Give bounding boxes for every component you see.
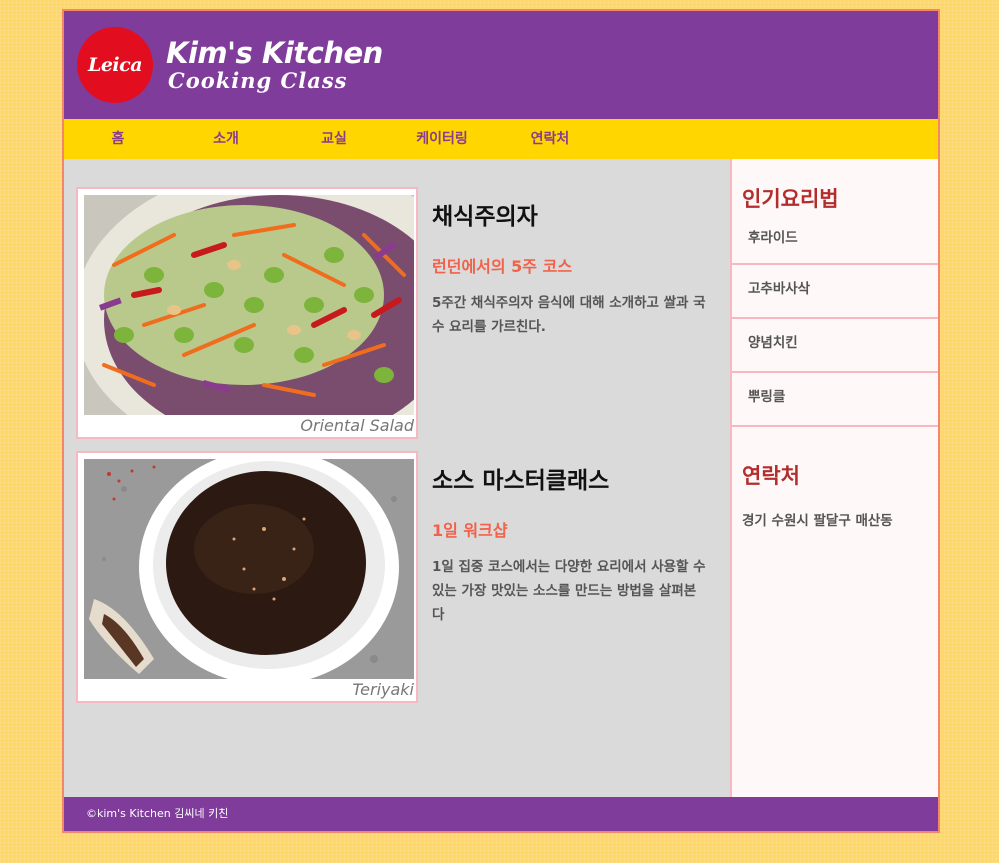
site-title[interactable]: Kim's Kitchen (166, 37, 383, 69)
logo-text: Leica (87, 54, 143, 76)
recipe-item-gochu[interactable]: 고추바사삭 (732, 265, 938, 319)
recipe-item-bburinkle[interactable]: 뿌링클 (732, 373, 938, 427)
nav-item-contact[interactable]: 연락처 (505, 119, 595, 159)
leica-logo[interactable]: Leica (77, 27, 153, 103)
recipe-list: 후라이드 고추바사삭 양념치킨 뿌링클 (732, 225, 938, 427)
course-card-sauce: Teriyaki 소스 마스터클래스 1일 워크샵 1일 집중 코스에서는 다양… (76, 451, 716, 703)
course-subtitle: 런던에서의 5주 코스 (432, 257, 573, 276)
course-figure: Oriental Salad (76, 187, 418, 439)
main-nav: 홈 소개 교실 케이터링 연락처 (64, 119, 938, 159)
popular-recipes-heading: 인기요리법 (742, 187, 839, 211)
course-description: 5주간 채식주의자 음식에 대해 소개하고 쌀과 국수 요리를 가르친다. (432, 295, 706, 335)
contact-address: 경기 수원시 팔달구 매산동 (742, 513, 893, 529)
site-header: Leica Kim's Kitchen Cooking Class (64, 11, 938, 119)
image-caption: Oriental Salad (300, 416, 414, 435)
recipe-item-fried[interactable]: 후라이드 (732, 225, 938, 265)
course-title: 소스 마스터클래스 (432, 468, 610, 494)
page-container: Leica Kim's Kitchen Cooking Class 홈 소개 교… (62, 9, 940, 833)
copyright-text: ©kim's Kitchen 김씨네 키친 (86, 807, 229, 820)
course-description: 1일 집중 코스에서는 다양한 요리에서 사용할 수 있는 가장 맛있는 소스를… (432, 559, 706, 623)
course-subtitle: 1일 워크샵 (432, 521, 508, 540)
main-content: Oriental Salad 채식주의자 런던에서의 5주 코스 5주간 채식주… (64, 159, 730, 797)
nav-item-catering[interactable]: 케이터링 (397, 119, 487, 159)
salad-photo (84, 195, 414, 415)
nav-item-classes[interactable]: 교실 (289, 119, 379, 159)
sidebar: 인기요리법 후라이드 고추바사삭 양념치킨 뿌링클 연락처 경기 수원시 팔달구… (730, 159, 938, 797)
course-card-vegetarian: Oriental Salad 채식주의자 런던에서의 5주 코스 5주간 채식주… (76, 187, 716, 439)
teriyaki-image (84, 459, 414, 679)
nav-item-home[interactable]: 홈 (73, 119, 163, 159)
image-caption: Teriyaki (352, 680, 414, 699)
salad-image (84, 195, 414, 415)
course-title: 채식주의자 (432, 204, 538, 230)
teriyaki-photo (84, 459, 414, 679)
course-figure: Teriyaki (76, 451, 418, 703)
contact-heading: 연락처 (742, 464, 800, 488)
site-footer: ©kim's Kitchen 김씨네 키친 (64, 797, 938, 831)
site-subtitle: Cooking Class (168, 68, 348, 93)
nav-item-about[interactable]: 소개 (181, 119, 271, 159)
recipe-item-yangnyeom[interactable]: 양념치킨 (732, 319, 938, 373)
